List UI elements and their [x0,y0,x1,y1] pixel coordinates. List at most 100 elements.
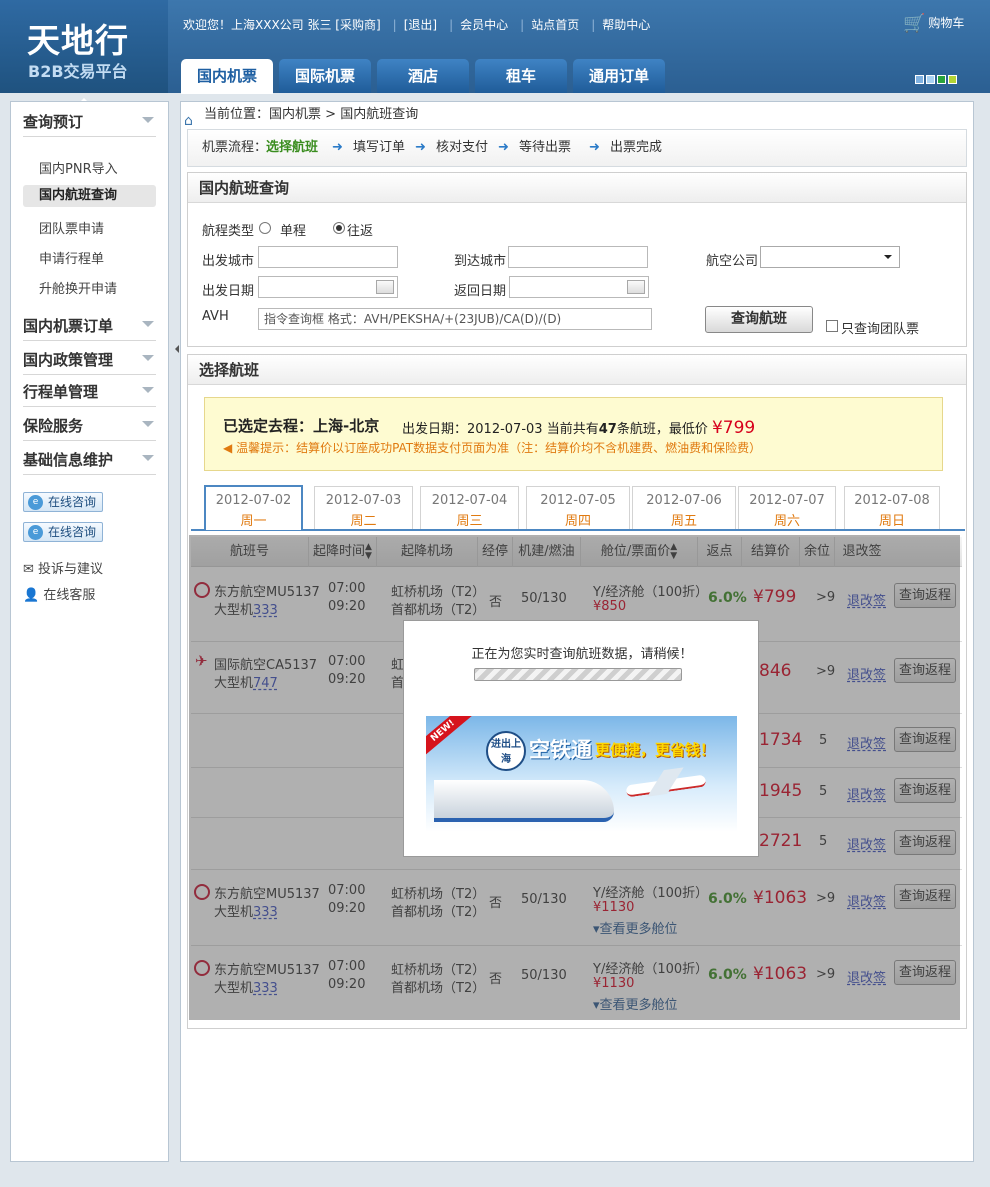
group-only-label: 只查询团队票 [841,322,920,337]
feedback-label: 投诉与建议 [38,562,104,577]
chevron-down-icon [142,455,154,467]
trip-type-label: 航程类型 [202,224,255,239]
sidebar-group-insurance[interactable]: 保险服务 [23,415,156,441]
tab-international-flights[interactable]: 国际机票 [279,59,371,93]
new-ribbon: NEW! [426,716,475,759]
date-tab[interactable]: 2012-07-02 周一 [204,485,303,530]
sidebar: 查询预订 国内PNR导入 国内航班查询 团队票申请 申请行程单 升舱换开申请 国… [10,101,169,1162]
logo[interactable]: 天地行 B2B交易平台 [0,0,168,93]
tab-domestic-flights[interactable]: 国内机票 [181,59,273,94]
customer-service-label: 在线客服 [43,588,96,603]
date-tab-date: 2012-07-05 [540,493,616,508]
arrow-right-icon: ➜ [415,140,426,155]
customer-service-link[interactable]: 👤 在线客服 [23,584,95,603]
cart-label: 购物车 [928,16,965,30]
breadcrumb-item[interactable]: 国内机票 [269,107,321,122]
airplane-illustration [625,774,707,798]
to-city-input[interactable] [508,246,648,268]
loading-dialog: 正在为您实时查询航班数据，请稍候！ NEW! 进出上海 空铁通 更便捷，更省钱！ [403,620,759,857]
date-tab-date: 2012-07-02 [215,493,292,508]
breadcrumb-label: 当前位置： [204,107,270,122]
flow-step: 出票完成 [610,140,663,155]
arrow-right-icon: ➜ [332,140,343,155]
tip-text: ◀ 温馨提示：结算价以订座成功PAT数据支付页面为准（注：结算价均不含机建费、燃… [223,441,762,455]
depart-date-input[interactable] [258,276,398,298]
one-way-label: 单程 [280,224,307,239]
sidebar-collapse-arrow[interactable] [171,345,179,353]
round-trip-label: 往返 [347,224,374,239]
banner-slogan-main: 空铁通 [529,738,592,762]
chevron-down-icon [142,421,154,433]
sidebar-group-itinerary[interactable]: 行程单管理 [23,381,156,407]
sidebar-item-group-ticket[interactable]: 团队票申请 [39,218,104,237]
sidebar-item-pnr-import[interactable]: 国内PNR导入 [39,158,118,177]
booking-flow: 机票流程： 选择航班 ➜ 填写订单 ➜ 核对支付 ➜ 等待出票 ➜ 出票完成 [187,129,967,167]
help-center-link[interactable]: 帮助中心 [602,18,650,32]
site-home-link[interactable]: 站点首页 [531,18,579,32]
date-tab-weekday: 周三 [456,514,483,529]
from-city-input[interactable] [258,246,398,268]
date-tab[interactable]: 2012-07-03 周二 [314,486,413,529]
tab-car-rental[interactable]: 租车 [475,59,567,93]
sidebar-item-upgrade[interactable]: 升舱换开申请 [39,278,117,297]
promo-banner[interactable]: NEW! 进出上海 空铁通 更便捷，更省钱！ [426,716,737,832]
online-chat-button[interactable]: e 在线咨询 [23,522,103,542]
to-city-label: 到达城市 [454,254,507,269]
radio-round-trip[interactable] [333,222,345,234]
feedback-link[interactable]: ✉ 投诉与建议 [23,558,103,577]
online-chat-button[interactable]: e 在线咨询 [23,492,103,512]
logout-link[interactable]: [退出] [404,18,437,32]
banner-slogan-sub: 更便捷，更省钱！ [595,741,716,759]
chevron-down-icon [142,117,154,129]
search-flights-button[interactable]: 查询航班 [705,306,813,333]
date-tab[interactable]: 2012-07-06 周五 [632,486,736,529]
date-tab-weekday: 周四 [564,514,591,529]
airline-select[interactable] [760,246,900,268]
cart-link[interactable]: 🛒 购物车 [903,13,964,34]
sidebar-item-itinerary-apply[interactable]: 申请行程单 [39,248,104,267]
depart-date-label: 出发日期 [202,284,255,299]
skin-swatch-1[interactable] [915,75,924,84]
top-links: 欢迎您！上海XXX公司 张三 [采购商] | [退出] | 会员中心 | 站点首页 | 帮助中心 [183,18,651,32]
chat-label: 在线咨询 [48,495,97,509]
date-tab-date: 2012-07-06 [646,493,722,508]
date-tab-date: 2012-07-07 [749,493,825,508]
skin-swatch-3[interactable] [937,75,946,84]
breadcrumb-separator: > [325,107,337,122]
sidebar-group-orders[interactable]: 国内机票订单 [23,315,156,341]
tab-general-orders[interactable]: 通用订单 [573,59,665,93]
search-panel: 国内航班查询 航程类型 单程 往返 出发城市 到达城市 航空公司 出发日期 返回… [187,172,967,347]
speaker-icon: ◀ [223,441,233,455]
flow-step: 核对支付 [436,140,489,155]
avh-command-input[interactable]: 指令查询框 格式：AVH/PEKSHA/+(23JUB)/CA(D)/(D) [258,308,652,330]
loading-progress-bar [474,668,682,681]
date-tab-weekday: 周日 [878,514,905,529]
sidebar-group-basic-info[interactable]: 基础信息维护 [23,449,156,475]
tab-hotel[interactable]: 酒店 [377,59,469,93]
breadcrumb-item: 国内航班查询 [340,107,419,122]
return-date-input[interactable] [509,276,649,298]
member-center-link[interactable]: 会员中心 [460,18,508,32]
person-icon: 👤 [23,588,40,603]
date-tab-date: 2012-07-08 [854,493,930,508]
calendar-icon[interactable] [376,280,394,294]
date-tab[interactable]: 2012-07-07 周六 [738,486,836,529]
search-panel-title: 国内航班查询 [188,173,966,203]
sidebar-group-policy[interactable]: 国内政策管理 [23,349,156,375]
group-only-checkbox[interactable] [826,320,838,332]
skin-swatch-2[interactable] [926,75,935,84]
date-tab[interactable]: 2012-07-05 周四 [526,486,630,529]
flow-step-current: 选择航班 [266,140,319,155]
skin-swatch-4[interactable] [948,75,957,84]
date-tab[interactable]: 2012-07-04 周三 [420,486,519,529]
sidebar-group-label: 国内政策管理 [23,351,114,369]
radio-one-way[interactable] [259,222,271,234]
calendar-icon[interactable] [627,280,645,294]
date-tab-weekday: 周二 [350,514,377,529]
date-tab[interactable]: 2012-07-08 周日 [844,486,940,529]
sidebar-item-flight-search[interactable]: 国内航班查询 [23,185,156,207]
from-city-label: 出发城市 [202,254,255,269]
sidebar-group-query-booking[interactable]: 查询预订 [23,111,156,137]
search-summary: 出发日期：2012-07-03 当前共有47条航班，最低价 ¥799 [402,418,756,438]
results-panel-title: 选择航班 [188,355,966,385]
